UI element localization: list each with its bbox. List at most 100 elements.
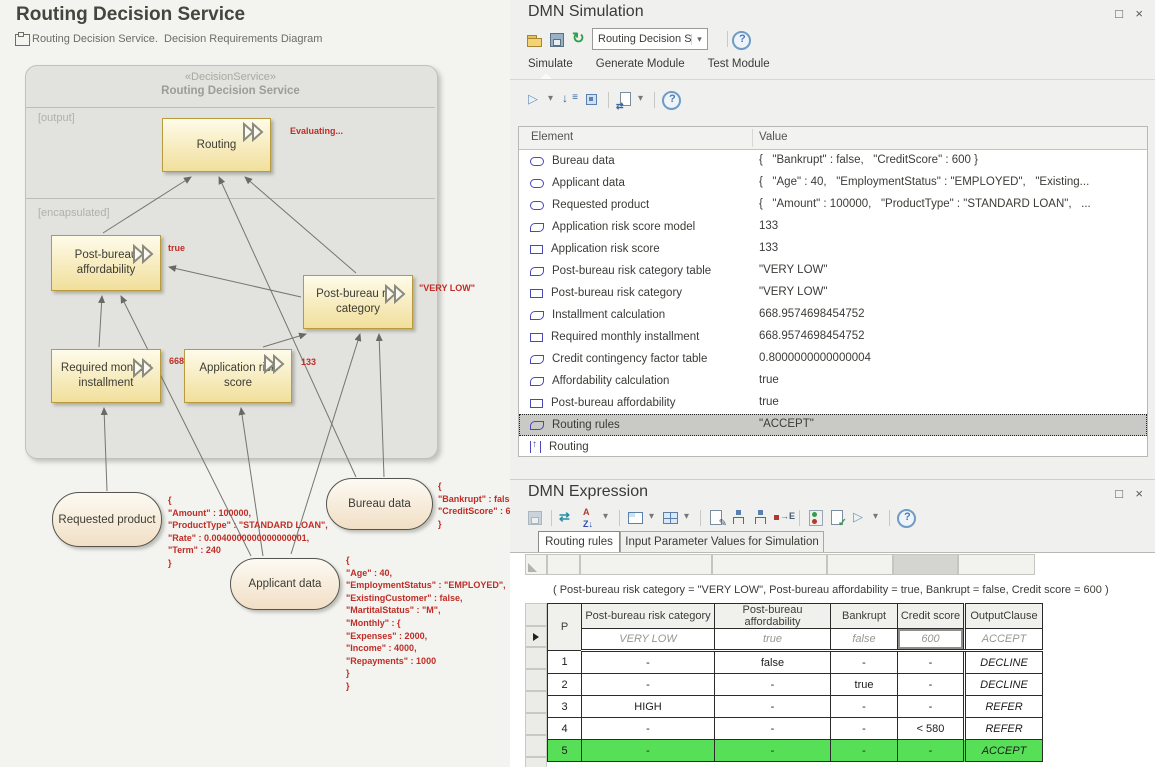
run-simulation-icon[interactable] [526, 91, 544, 109]
input-value-cell[interactable]: true [715, 629, 831, 651]
rule-cell[interactable]: - [715, 740, 831, 762]
decision-column-header[interactable]: OutputClause [965, 604, 1043, 629]
save-icon[interactable] [526, 509, 544, 527]
tab-routing-rules[interactable]: Routing rules [538, 531, 620, 552]
rule-output-cell[interactable]: REFER [965, 718, 1043, 740]
rule-cell[interactable]: - [582, 740, 715, 762]
rule-cell[interactable]: - [582, 651, 715, 674]
rule-cell[interactable]: - [831, 696, 898, 718]
rule-cell[interactable]: - [831, 740, 898, 762]
grid-column-header[interactable] [547, 554, 580, 575]
tab-input-parameter-values-for-simulation[interactable]: Input Parameter Values for Simulation [620, 531, 824, 552]
decision-post-bureau-risk-category[interactable]: Post-bureau risk category [303, 275, 413, 329]
policy-column-header[interactable]: P [548, 604, 582, 651]
dropdown-caret[interactable] [649, 509, 658, 527]
rule-output-cell[interactable]: DECLINE [965, 651, 1043, 674]
column-header-value[interactable]: Value [759, 131, 788, 143]
help-icon[interactable] [662, 91, 681, 110]
chevron-down-icon[interactable]: ▾ [691, 34, 707, 45]
rule-row-2[interactable]: 2--true-DECLINE [548, 674, 1043, 696]
rule-number[interactable]: 1 [548, 651, 582, 674]
rule-cell[interactable]: - [898, 651, 965, 674]
rule-number[interactable]: 4 [548, 718, 582, 740]
close-icon[interactable]: × [1135, 6, 1143, 21]
rule-output-cell[interactable]: REFER [965, 696, 1043, 718]
input-value-cell[interactable]: ACCEPT [965, 629, 1043, 651]
swap-icon[interactable] [559, 509, 577, 527]
rule-row-1[interactable]: 1-false--DECLINE [548, 651, 1043, 674]
rule-row-3[interactable]: 3HIGH---REFER [548, 696, 1043, 718]
dropdown-caret[interactable] [873, 509, 882, 527]
column-header-element[interactable]: Element [531, 131, 573, 143]
tab-test-module[interactable]: Test Module [708, 58, 770, 70]
dropdown-caret[interactable] [603, 509, 612, 527]
rule-cell[interactable]: true [831, 674, 898, 696]
help-icon[interactable] [732, 31, 751, 50]
sort-az-icon[interactable] [581, 509, 599, 527]
maximize-icon[interactable]: □ [1115, 6, 1123, 21]
rule-row-4[interactable]: 4---< 580REFER [548, 718, 1043, 740]
maximize-icon[interactable]: □ [1115, 486, 1123, 501]
rule-cell[interactable]: false [715, 651, 831, 674]
rule-number[interactable]: 2 [548, 674, 582, 696]
rule-cell[interactable]: - [582, 674, 715, 696]
simulation-row-requested-product[interactable]: Requested product{ "Amount" : 100000, "P… [519, 194, 1147, 216]
rule-cell[interactable]: - [715, 696, 831, 718]
simulation-row-routing-rules[interactable]: Routing rules"ACCEPT" [519, 414, 1147, 436]
dropdown-caret[interactable] [548, 91, 557, 109]
step-over-icon[interactable] [561, 91, 579, 109]
rule-row-5[interactable]: 5----ACCEPT [548, 740, 1043, 762]
grid-corner-cell[interactable] [525, 554, 547, 575]
decision-column-header[interactable]: Post-bureau risk category [582, 604, 715, 629]
row-selector-cell[interactable] [525, 603, 547, 626]
rule-cell[interactable]: - [898, 740, 965, 762]
refresh-icon[interactable] [570, 31, 588, 49]
row-selector-cell[interactable] [525, 669, 547, 691]
grid-column-header-selected[interactable] [893, 554, 958, 575]
row-selector-cell[interactable] [525, 757, 547, 767]
rule-cell[interactable]: - [715, 674, 831, 696]
generate-icon[interactable] [616, 91, 634, 109]
row-selector-cell[interactable] [525, 735, 547, 757]
dropdown-caret[interactable] [638, 91, 647, 109]
input-bureau-data[interactable]: Bureau data [326, 478, 433, 530]
rule-cell[interactable]: - [582, 718, 715, 740]
grid-column-header[interactable] [580, 554, 712, 575]
stop-icon[interactable] [583, 91, 601, 109]
table-icon[interactable] [627, 509, 645, 527]
run-icon[interactable] [851, 509, 869, 527]
simulation-row-affordability-calculation[interactable]: Affordability calculationtrue [519, 370, 1147, 392]
input-value-cell[interactable]: false [831, 629, 898, 651]
rule-number[interactable]: 5 [548, 740, 582, 762]
input-requested-product[interactable]: Requested product [52, 492, 162, 547]
grid-column-header[interactable] [958, 554, 1035, 575]
grid-column-header[interactable] [712, 554, 827, 575]
decision-routing[interactable]: Routing [162, 118, 271, 172]
tab-simulate[interactable]: Simulate [528, 58, 573, 70]
grid-column-header[interactable] [827, 554, 893, 575]
simulation-row-required-monthly-installment[interactable]: Required monthly installment668.95746984… [519, 326, 1147, 348]
simulation-row-application-risk-score[interactable]: Application risk score133 [519, 238, 1147, 260]
rule-output-cell[interactable]: DECLINE [965, 674, 1043, 696]
rule-cell[interactable]: - [715, 718, 831, 740]
simulation-row-bureau-data[interactable]: Bureau data{ "Bankrupt" : false, "Credit… [519, 150, 1147, 172]
rule-cell[interactable]: HIGH [582, 696, 715, 718]
merge-up-icon[interactable] [730, 509, 748, 527]
rule-number[interactable]: 3 [548, 696, 582, 718]
edit-validate-icon[interactable] [708, 509, 726, 527]
row-selector-cell[interactable] [525, 626, 547, 647]
row-selector-cell[interactable] [525, 713, 547, 735]
rule-cell[interactable]: < 580 [898, 718, 965, 740]
model-dropdown[interactable]: Routing Decision Servic ▾ [592, 28, 708, 50]
simulation-row-post-bureau-risk-category[interactable]: Post-bureau risk category"VERY LOW" [519, 282, 1147, 304]
row-selector-cell[interactable] [525, 691, 547, 713]
grid-icon[interactable] [662, 509, 680, 527]
decision-post-bureau-affordability[interactable]: Post-bureau affordability [51, 235, 161, 291]
input-applicant-data[interactable]: Applicant data [230, 558, 340, 610]
help-icon[interactable] [897, 509, 916, 528]
simulation-row-application-risk-score-model[interactable]: Application risk score model133 [519, 216, 1147, 238]
input-value-cell[interactable]: 600 [898, 629, 965, 651]
append-column-icon[interactable] [774, 509, 792, 527]
open-folder-icon[interactable] [526, 31, 544, 49]
simulation-row-applicant-data[interactable]: Applicant data{ "Age" : 40, "EmploymentS… [519, 172, 1147, 194]
